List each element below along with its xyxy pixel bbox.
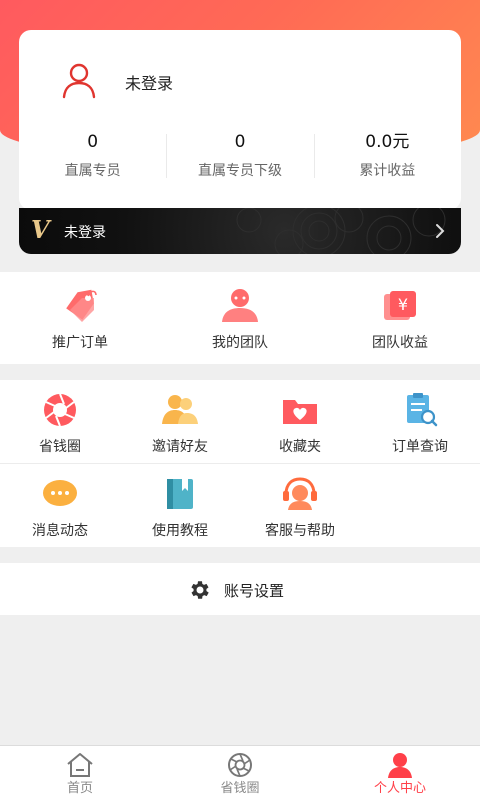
- stat-value: 0: [87, 132, 99, 152]
- tutorial-button[interactable]: 使用教程: [140, 476, 220, 540]
- favorites-folder-icon: [283, 400, 317, 424]
- vip-bar[interactable]: V 未登录: [19, 208, 461, 254]
- favorites-button[interactable]: 收藏夹: [260, 392, 340, 456]
- svg-text:¥: ¥: [398, 295, 408, 314]
- aperture-icon: [228, 753, 252, 777]
- tab-home[interactable]: 首页: [0, 746, 160, 800]
- savings-circle-button[interactable]: 省钱圈: [20, 392, 100, 456]
- tab-savings-circle[interactable]: 省钱圈: [160, 746, 320, 800]
- savings-circle-label: 省钱圈: [39, 439, 81, 455]
- stat-sub-members[interactable]: 0 直属专员下级: [166, 130, 313, 186]
- vip-badge: V: [31, 215, 50, 244]
- user-avatar-icon[interactable]: [59, 60, 99, 100]
- person-icon: [388, 753, 412, 778]
- stat-label: 直属专员: [64, 163, 121, 179]
- stat-direct-members[interactable]: 0 直属专员: [19, 130, 166, 186]
- profile-card: 未登录 0 直属专员 0 直属专员下级 0.0元 累计收益: [19, 30, 461, 210]
- team-earnings-label: 团队收益: [372, 335, 428, 351]
- gear-icon: [191, 581, 209, 599]
- invite-friends-button[interactable]: 邀请好友: [140, 392, 220, 456]
- stat-label: 累计收益: [359, 163, 416, 179]
- tab-personal-center-label: 个人中心: [373, 781, 426, 796]
- account-settings-label: 账号设置: [224, 581, 285, 600]
- tools-section: 省钱圈 邀请好友 收藏夹 订单查询 消息动态 使用教程 客服与帮助: [0, 380, 480, 547]
- stat-label: 直属专员下级: [197, 163, 282, 179]
- promo-orders-button[interactable]: 推广订单: [40, 288, 120, 352]
- yen-icon: ¥: [384, 291, 416, 320]
- messages-label: 消息动态: [32, 523, 88, 539]
- team-earnings-button[interactable]: ¥ 团队收益: [360, 288, 440, 352]
- order-search-icon: [407, 393, 438, 427]
- order-query-button[interactable]: 订单查询: [380, 392, 460, 456]
- messages-button[interactable]: 消息动态: [20, 476, 100, 540]
- promo-orders-label: 推广订单: [52, 335, 108, 351]
- customer-service-icon: [283, 477, 317, 510]
- invite-friends-label: 邀请好友: [152, 439, 208, 455]
- account-settings-row[interactable]: 账号设置: [0, 563, 480, 615]
- tag-icon: [66, 289, 97, 322]
- settings-content: 账号设置: [188, 578, 284, 602]
- home-icon: [67, 753, 93, 777]
- book-icon: [167, 479, 193, 509]
- chevron-right-icon: [436, 224, 445, 238]
- tutorial-label: 使用教程: [152, 523, 208, 539]
- bottom-tab-bar: 首页 省钱圈 个人中心: [0, 745, 480, 800]
- vip-status-text: 未登录: [64, 225, 106, 241]
- aperture-icon: [44, 393, 76, 427]
- invite-friends-icon: [162, 395, 198, 424]
- stat-value: 0.0元: [365, 132, 410, 152]
- stat-total-earnings[interactable]: 0.0元 累计收益: [313, 130, 461, 186]
- username-label[interactable]: 未登录: [125, 70, 173, 94]
- my-team-label: 我的团队: [212, 335, 268, 351]
- divider: [0, 463, 480, 464]
- tab-personal-center[interactable]: 个人中心: [320, 746, 480, 800]
- customer-service-button[interactable]: 客服与帮助: [250, 476, 350, 540]
- tab-home-label: 首页: [66, 781, 93, 796]
- orders-section: 推广订单 我的团队 ¥ 团队收益: [0, 272, 480, 364]
- customer-service-label: 客服与帮助: [265, 523, 335, 539]
- tab-savings-circle-label: 省钱圈: [220, 781, 260, 796]
- order-query-label: 订单查询: [392, 439, 448, 455]
- stat-value: 0: [234, 132, 246, 152]
- message-icon: [43, 480, 77, 506]
- stats-row: 0 直属专员 0 直属专员下级 0.0元 累计收益: [19, 130, 461, 186]
- my-team-button[interactable]: 我的团队: [200, 288, 280, 352]
- team-icon: [222, 289, 258, 322]
- favorites-label: 收藏夹: [279, 439, 321, 455]
